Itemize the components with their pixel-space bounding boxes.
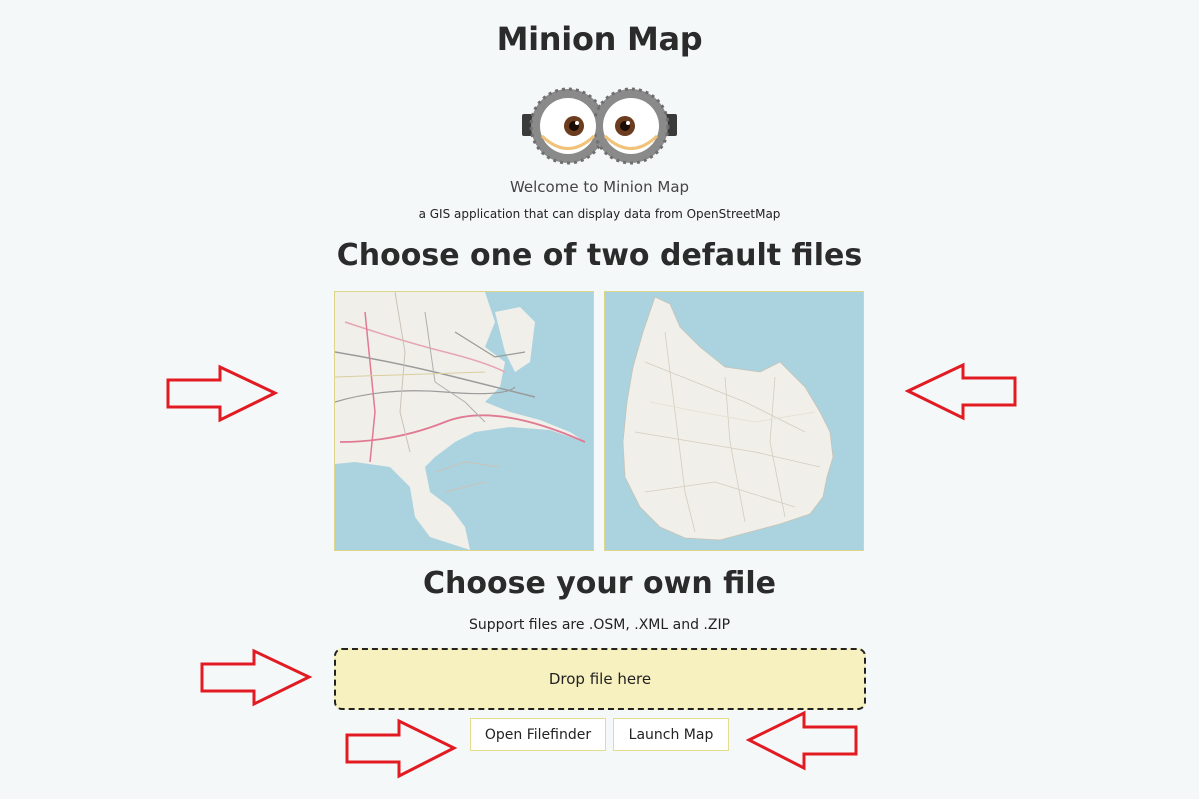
file-dropzone[interactable]: Drop file here — [334, 648, 866, 710]
minion-goggles-logo — [522, 87, 677, 165]
welcome-text: Welcome to Minion Map — [509, 178, 690, 196]
map-thumbnail-bornholm-icon — [605, 292, 863, 550]
arrow-left-annotation-icon — [905, 362, 1017, 421]
arrow-right-annotation-icon — [166, 364, 279, 423]
tagline-text: a GIS application that can display data … — [418, 207, 781, 221]
default-files-heading: Choose one of two default files — [336, 238, 863, 273]
app-title: Minion Map — [496, 20, 703, 58]
map-thumbnail-copenhagen-icon — [335, 292, 593, 550]
dropzone-label: Drop file here — [548, 670, 652, 688]
arrow-left-annotation-icon — [746, 710, 858, 771]
arrow-right-annotation-icon — [200, 648, 313, 707]
supported-formats-text: Support files are .OSM, .XML and .ZIP — [468, 617, 731, 633]
default-map-copenhagen[interactable] — [334, 291, 594, 551]
launch-map-button[interactable]: Launch Map — [613, 718, 729, 751]
arrow-right-annotation-icon — [345, 718, 458, 779]
open-filefinder-button[interactable]: Open Filefinder — [470, 718, 606, 751]
own-file-heading: Choose your own file — [423, 566, 776, 601]
default-map-bornholm[interactable] — [604, 291, 864, 551]
